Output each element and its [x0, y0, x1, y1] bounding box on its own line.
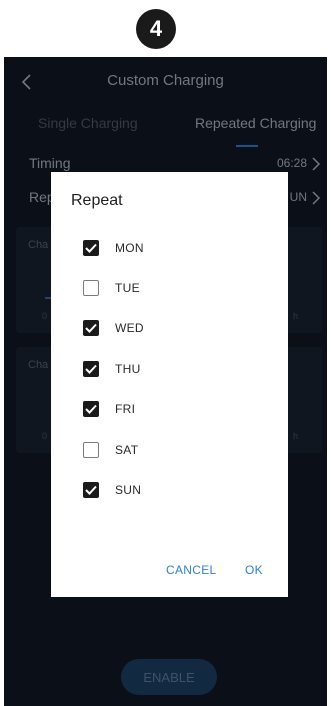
day-label: WED — [115, 321, 144, 335]
day-option-sun[interactable]: SUN — [83, 480, 263, 500]
ok-button[interactable]: OK — [245, 563, 263, 577]
day-option-sat[interactable]: SAT — [83, 440, 263, 460]
day-label: SAT — [115, 443, 139, 457]
checkbox-checked[interactable] — [83, 240, 99, 256]
day-option-fri[interactable]: FRI — [83, 399, 263, 419]
repeat-dialog: Repeat MON TUE WED THU FRI SAT SUN CANCE… — [51, 172, 288, 597]
checkbox-unchecked[interactable] — [83, 442, 99, 458]
day-option-tue[interactable]: TUE — [83, 278, 263, 298]
checkbox-checked[interactable] — [83, 482, 99, 498]
day-label: FRI — [115, 402, 136, 416]
checkbox-checked[interactable] — [83, 361, 99, 377]
day-option-thu[interactable]: THU — [83, 359, 263, 379]
checkbox-unchecked[interactable] — [83, 280, 99, 296]
day-label: SUN — [115, 483, 142, 497]
day-option-wed[interactable]: WED — [83, 318, 263, 338]
day-label: THU — [115, 362, 141, 376]
step-number-badge: 4 — [136, 9, 176, 49]
cancel-button[interactable]: CANCEL — [166, 563, 216, 577]
checkbox-checked[interactable] — [83, 320, 99, 336]
day-option-mon[interactable]: MON — [83, 238, 263, 258]
day-label: TUE — [115, 281, 140, 295]
checkbox-checked[interactable] — [83, 401, 99, 417]
dialog-title: Repeat — [71, 192, 123, 209]
day-label: MON — [115, 241, 144, 255]
